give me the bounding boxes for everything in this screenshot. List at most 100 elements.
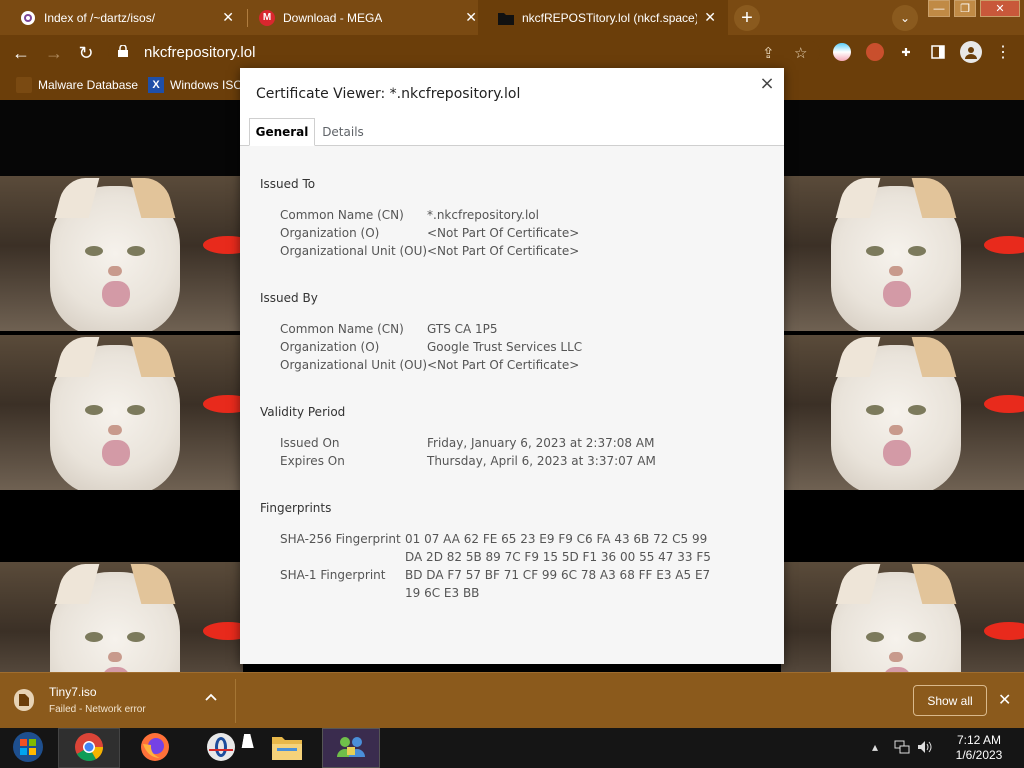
profile-avatar-icon[interactable]	[960, 41, 982, 63]
volume-icon[interactable]	[917, 740, 933, 757]
menu-kebab-icon[interactable]: ⋮	[994, 43, 1012, 61]
network-users-icon	[335, 733, 367, 764]
field-value: GTS CA 1P5	[427, 322, 498, 336]
extensions-puzzle-icon[interactable]: ✚	[897, 43, 915, 61]
section-heading-fingerprints: Fingerprints	[260, 501, 332, 515]
tab-index-isos[interactable]: Index of /~dartz/isos/ ✕	[0, 0, 246, 35]
field-label: Organizational Unit (OU)	[280, 358, 428, 372]
network-icon[interactable]	[894, 740, 910, 757]
taskbar-opera[interactable]	[190, 728, 252, 768]
reload-button[interactable]: ↻	[75, 42, 97, 64]
bookmark-label: Malware Database	[38, 78, 139, 92]
chevron-up-icon[interactable]	[205, 690, 217, 704]
close-icon[interactable]: ✕	[998, 690, 1011, 710]
file-download-icon[interactable]	[14, 689, 34, 711]
forward-button[interactable]: →	[43, 42, 65, 64]
tab-close-icon[interactable]: ✕	[222, 9, 234, 26]
windows-taskbar: ▴ 7:12 AM 1/6/2023	[0, 728, 1024, 768]
tab-close-icon[interactable]: ✕	[465, 9, 477, 26]
extension-avatar-icon[interactable]	[866, 43, 884, 61]
file-explorer-icon	[271, 733, 303, 764]
minimize-button[interactable]: —	[928, 0, 950, 17]
start-button[interactable]	[0, 728, 56, 768]
side-panel-icon[interactable]	[929, 43, 947, 61]
fingerprint-value: BD DA F7 57 BF 71 CF 99 6C 78 A3 68 FF E…	[405, 568, 711, 582]
section-heading-validity-period: Validity Period	[260, 405, 346, 419]
cat-image	[0, 335, 243, 490]
opera-icon	[206, 732, 236, 765]
tab-close-icon[interactable]: ✕	[704, 9, 716, 26]
bookmark-star-icon[interactable]: ☆	[794, 44, 807, 62]
field-value: Thursday, April 6, 2023 at 3:37:07 AM	[427, 454, 656, 468]
chrome-icon	[74, 732, 104, 765]
taskbar-chrome[interactable]	[58, 728, 120, 768]
cat-image	[781, 335, 1024, 490]
tab-nkcf-repository[interactable]: nkcfREPOSTitory.lol (nkcf.space) ✕	[478, 0, 728, 35]
cat-image	[0, 562, 243, 672]
maximize-button[interactable]: ❐	[954, 0, 976, 17]
tor-onion-icon	[20, 10, 36, 26]
field-value: Google Trust Services LLC	[427, 340, 583, 354]
close-icon[interactable]: ×	[758, 73, 776, 94]
tab-details[interactable]: Details	[318, 118, 368, 146]
download-shelf: Tiny7.iso Failed - Network error Show al…	[0, 672, 1024, 728]
extension-flag-icon[interactable]	[833, 43, 851, 61]
tab-title: Index of /~dartz/isos/	[44, 10, 156, 25]
clock-date: 1/6/2023	[955, 748, 1003, 762]
cat-image	[0, 176, 243, 331]
fingerprint-value: DA 2D 82 5B 89 7C F9 15 5D F1 36 00 55 4…	[405, 550, 711, 564]
divider	[235, 679, 236, 723]
tab-strip: Index of /~dartz/isos/ ✕ M Download - ME…	[0, 0, 1024, 35]
clock-time: 7:12 AM	[956, 733, 1002, 747]
download-filename[interactable]: Tiny7.iso	[49, 685, 97, 699]
taskbar-file-explorer[interactable]	[256, 728, 318, 768]
lock-icon[interactable]	[118, 44, 132, 60]
tab-title: nkcfREPOSTitory.lol (nkcf.space)	[522, 10, 697, 25]
dialog-title: Certificate Viewer: *.nkcfrepository.lol	[256, 86, 521, 102]
field-value: <Not Part Of Certificate>	[427, 244, 580, 258]
show-all-button[interactable]: Show all	[913, 685, 987, 716]
address-bar[interactable]: nkcfrepository.lol ⇪ ☆	[108, 40, 820, 65]
windows-iso-icon: X	[148, 77, 164, 93]
bookmark-malware-database[interactable]: Malware Database	[16, 77, 138, 93]
system-clock[interactable]: 7:12 AM 1/6/2023	[944, 733, 1014, 763]
cat-image	[781, 176, 1024, 331]
bookmark-windows-iso[interactable]: X Windows ISO	[148, 77, 243, 93]
field-label: Organization (O)	[280, 226, 380, 240]
url-text[interactable]: nkcfrepository.lol	[144, 44, 255, 61]
field-label: Issued On	[280, 436, 340, 450]
tab-general[interactable]: General	[249, 118, 315, 146]
field-label: SHA-1 Fingerprint	[280, 568, 386, 582]
show-hidden-icons-chevron-icon[interactable]: ▴	[872, 740, 878, 754]
close-window-button[interactable]: ✕	[980, 0, 1020, 17]
fingerprint-value: 01 07 AA 62 FE 65 23 E9 F9 C6 FA 43 6B 7…	[405, 532, 708, 546]
browser-toolbar: ← → ↻ nkcfrepository.lol ⇪ ☆ ✚ ⋮	[0, 35, 1024, 70]
taskbar-network-app[interactable]	[322, 728, 380, 768]
field-label: Organization (O)	[280, 340, 380, 354]
section-heading-issued-to: Issued To	[260, 177, 316, 191]
taskbar-firefox[interactable]	[124, 728, 186, 768]
certificate-viewer-dialog: Certificate Viewer: *.nkcfrepository.lol…	[240, 68, 784, 664]
field-label: Expires On	[280, 454, 345, 468]
dialog-tabs: General Details	[240, 118, 784, 146]
fingerprint-value: 19 6C E3 BB	[405, 586, 480, 600]
bookmark-label: Windows ISO	[170, 78, 243, 92]
new-tab-button[interactable]: +	[734, 5, 760, 31]
download-status: Failed - Network error	[49, 704, 146, 715]
share-icon[interactable]: ⇪	[762, 44, 775, 62]
field-label: Common Name (CN)	[280, 322, 404, 336]
tab-search-button[interactable]: ⌄	[892, 5, 918, 31]
tab-title: Download - MEGA	[283, 10, 383, 25]
field-label: Common Name (CN)	[280, 208, 404, 222]
field-value: <Not Part Of Certificate>	[427, 226, 580, 240]
field-value: Friday, January 6, 2023 at 2:37:08 AM	[427, 436, 655, 450]
field-value: *.nkcfrepository.lol	[427, 208, 539, 222]
cat-image	[781, 562, 1024, 672]
section-heading-issued-by: Issued By	[260, 291, 318, 305]
mega-icon: M	[259, 9, 275, 26]
start-orb-icon	[12, 731, 44, 766]
mouse-cursor-icon	[241, 734, 257, 748]
tab-mega-download[interactable]: M Download - MEGA ✕	[239, 0, 489, 35]
back-button[interactable]: ←	[10, 42, 32, 64]
field-value: <Not Part Of Certificate>	[427, 358, 580, 372]
